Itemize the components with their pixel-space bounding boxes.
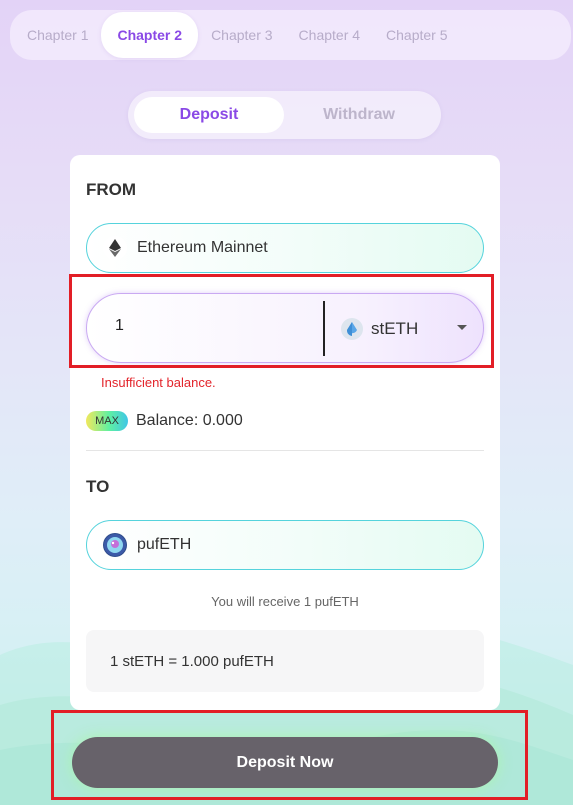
- tab-chapter-1[interactable]: Chapter 1: [14, 12, 101, 58]
- tab-chapter-4[interactable]: Chapter 4: [286, 12, 373, 58]
- divider: [86, 450, 484, 451]
- withdraw-tab[interactable]: Withdraw: [284, 97, 434, 133]
- deposit-now-button[interactable]: Deposit Now: [72, 737, 498, 788]
- ethereum-icon: [103, 236, 127, 260]
- receive-token-name: pufETH: [137, 536, 192, 553]
- chapter-tabs: Chapter 1 Chapter 2 Chapter 3 Chapter 4 …: [10, 10, 571, 60]
- amount-input[interactable]: [115, 317, 315, 335]
- receive-note: You will receive 1 pufETH: [211, 594, 359, 609]
- token-name: stETH: [371, 319, 419, 338]
- deposit-tab[interactable]: Deposit: [134, 97, 284, 133]
- deposit-card: FROM Ethereum Mainnet stETH Insufficient…: [70, 155, 500, 710]
- pufeth-icon: [103, 533, 127, 557]
- exchange-rate-text: 1 stETH = 1.000 pufETH: [110, 652, 274, 670]
- tab-chapter-5[interactable]: Chapter 5: [373, 12, 460, 58]
- balance-text: Balance: 0.000: [136, 412, 243, 429]
- max-button[interactable]: MAX: [86, 411, 128, 431]
- error-message: Insufficient balance.: [101, 375, 216, 390]
- tab-chapter-3[interactable]: Chapter 3: [198, 12, 285, 58]
- steth-icon: [341, 318, 363, 340]
- tab-chapter-2[interactable]: Chapter 2: [101, 12, 199, 58]
- amount-field-group: stETH: [86, 293, 484, 363]
- amount-divider: [323, 301, 325, 356]
- network-name: Ethereum Mainnet: [137, 239, 268, 256]
- from-label: FROM: [86, 180, 137, 199]
- mode-toggle: Deposit Withdraw: [128, 91, 441, 139]
- receive-token-display: pufETH: [86, 520, 484, 570]
- to-label: TO: [86, 477, 110, 496]
- exchange-rate: 1 stETH = 1.000 pufETH: [86, 630, 484, 692]
- network-selector[interactable]: Ethereum Mainnet: [86, 223, 484, 273]
- token-selector[interactable]: stETH: [341, 316, 467, 342]
- chevron-down-icon: [457, 325, 467, 330]
